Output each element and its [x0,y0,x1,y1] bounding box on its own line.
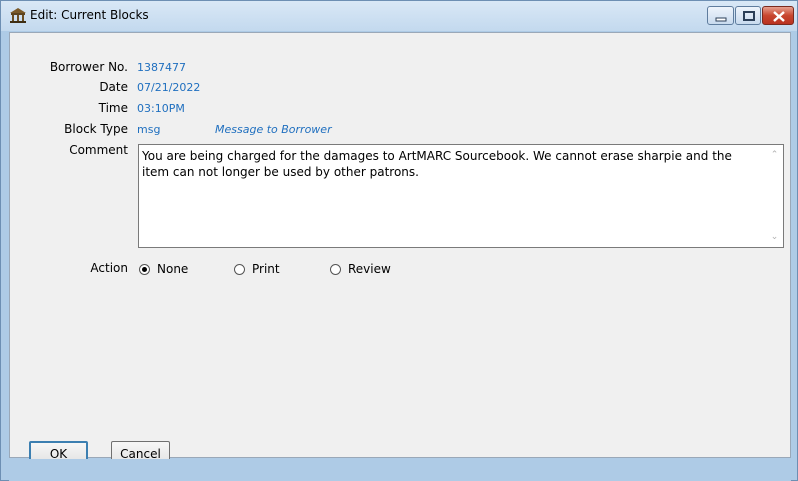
comment-scrollbar[interactable]: ⌃ ⌄ [766,145,783,247]
maximize-button[interactable] [735,6,761,25]
title-bar[interactable]: Edit: Current Blocks [1,1,797,31]
date-label: Date [99,80,128,94]
radio-checked-icon[interactable] [139,263,150,275]
borrower-no-label: Borrower No. [49,60,128,74]
maximize-icon [743,11,755,21]
minimize-button[interactable] [707,6,734,25]
edit-current-blocks-window: Edit: Current Blocks Borrower No. 138747… [0,0,798,481]
time-value: 03:10PM [137,102,185,115]
borrower-no-value: 1387477 [137,61,186,74]
scroll-down-icon[interactable]: ⌄ [769,232,780,243]
close-button[interactable] [762,6,794,25]
scroll-up-icon[interactable]: ⌃ [769,150,780,161]
window-title: Edit: Current Blocks [30,8,149,22]
action-radio-none[interactable]: None [139,262,188,276]
action-none-label: None [157,262,189,276]
library-building-icon [10,8,26,23]
action-print-label: Print [252,262,280,276]
close-icon [773,11,785,22]
dialog-content: Borrower No. 1387477 Date 07/21/2022 Tim… [9,32,791,467]
minimize-icon [715,17,727,22]
comment-text: You are being charged for the damages to… [142,149,732,179]
radio-unchecked-icon[interactable] [330,263,341,275]
date-value: 07/21/2022 [137,81,201,94]
block-type-description: Message to Borrower [215,123,332,136]
action-radio-print[interactable]: Print [234,262,280,276]
block-type-label: Block Type [64,122,128,136]
comment-textarea[interactable]: You are being charged for the damages to… [138,144,784,248]
window-bottom-border [9,459,791,481]
action-radio-review[interactable]: Review [330,262,391,276]
block-type-code: msg [137,123,161,136]
comment-label: Comment [69,143,128,157]
action-label: Action [90,261,128,275]
action-review-label: Review [348,262,391,276]
radio-unchecked-icon[interactable] [234,263,245,275]
time-label: Time [98,101,128,115]
